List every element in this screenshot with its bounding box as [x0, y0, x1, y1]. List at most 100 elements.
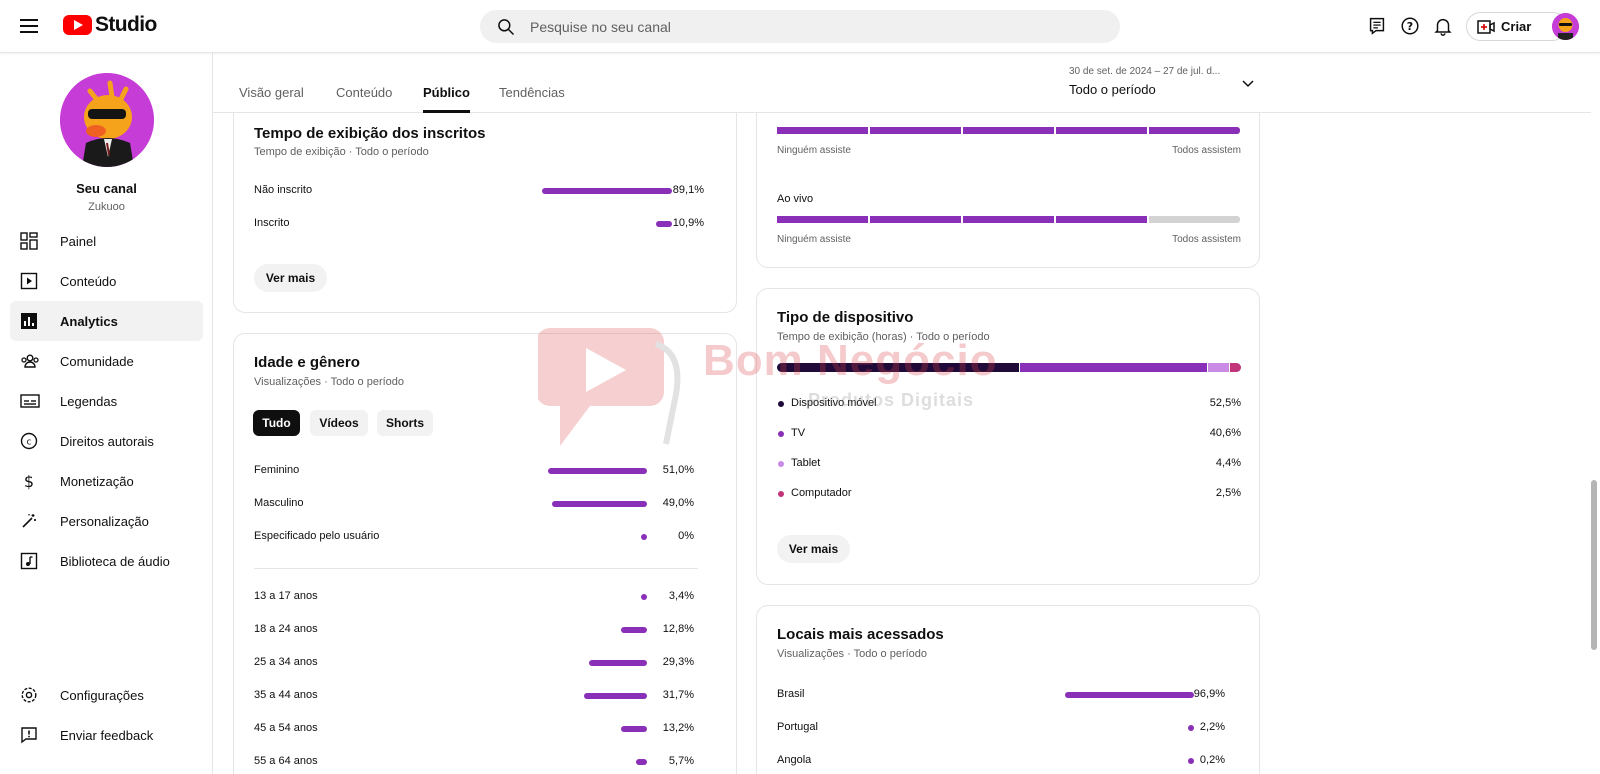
channel-avatar[interactable]	[60, 73, 154, 167]
notifications-bell-icon[interactable]	[1432, 15, 1454, 37]
tab-publico[interactable]: Público	[423, 85, 470, 113]
tab-tendencias[interactable]: Tendências	[499, 85, 565, 100]
sidebar-item-biblioteca-de-audio[interactable]: Biblioteca de áudio	[10, 541, 203, 581]
chip-tudo[interactable]: Tudo	[253, 410, 300, 436]
live-segment	[777, 216, 868, 223]
sidebar-item-label: Configurações	[60, 687, 144, 703]
help-icon[interactable]: ?	[1399, 15, 1421, 37]
row-value: 13,2%	[662, 722, 694, 734]
row-value: 3,4%	[668, 590, 694, 602]
chip-videos[interactable]: Vídeos	[310, 410, 368, 436]
row-label: Computador	[791, 487, 852, 499]
studio-logo[interactable]: Studio	[63, 13, 157, 37]
device-type-card: Tipo de dispositivo Tempo de exibição (h…	[756, 288, 1260, 585]
watch-segment	[1056, 127, 1147, 134]
row-value: 96,9%	[1193, 688, 1225, 700]
card-title: Idade e gênero	[254, 354, 360, 371]
audio-library-icon	[20, 552, 38, 570]
sidebar-item-label: Monetização	[60, 473, 134, 489]
sidebar-item-conteudo[interactable]: Conteúdo	[10, 261, 203, 301]
sidebar-item-personalizacao[interactable]: Personalização	[10, 501, 203, 541]
account-avatar[interactable]	[1552, 13, 1579, 40]
scale-max-label: Todos assistem	[1172, 234, 1241, 245]
feedback-icon	[21, 727, 37, 744]
watch-segment-bar	[777, 127, 1242, 134]
row-label: Feminino	[254, 464, 300, 476]
channel-name: Seu canal	[76, 181, 137, 196]
legend-dot-tv	[778, 431, 784, 437]
sidebar-item-label: Biblioteca de áudio	[60, 553, 170, 569]
sidebar-item-enviar-feedback[interactable]: Enviar feedback	[10, 715, 203, 755]
row-label: 18 a 24 anos	[254, 623, 318, 635]
menu-icon[interactable]	[20, 16, 44, 36]
sidebar-item-monetizacao[interactable]: $ Monetização	[10, 461, 203, 501]
dashboard-icon	[20, 232, 38, 250]
ver-mais-button[interactable]: Ver mais	[777, 535, 850, 563]
row-value: 4,4%	[1215, 457, 1241, 469]
sidebar-item-label: Analytics	[60, 313, 118, 329]
card-subtitle: Tempo de exibição (horas) · Todo o perío…	[777, 331, 990, 343]
messages-icon[interactable]	[1366, 15, 1388, 37]
legend-dot-mobile	[778, 401, 784, 407]
female-bar	[548, 468, 647, 474]
row-value: 12,8%	[662, 623, 694, 635]
youtube-logo-icon	[63, 15, 92, 35]
page-scrollbar[interactable]	[1591, 480, 1597, 650]
subtitles-icon	[20, 394, 40, 408]
ver-mais-button[interactable]: Ver mais	[254, 264, 327, 292]
sidebar-item-label: Enviar feedback	[60, 727, 154, 743]
date-range-dates: 30 de set. de 2024 – 27 de jul. d...	[1069, 66, 1221, 77]
live-label: Ao vivo	[777, 193, 814, 205]
watch-segment	[777, 127, 868, 134]
row-label: 13 a 17 anos	[254, 590, 318, 602]
legend-dot-computer	[778, 491, 784, 497]
not-subscribed-bar	[542, 188, 672, 194]
row-value: 51,0%	[662, 464, 694, 476]
sidebar-item-analytics[interactable]: Analytics	[10, 301, 203, 341]
row-label: Inscrito	[254, 217, 290, 229]
sidebar-item-configuracoes[interactable]: Configurações	[10, 675, 203, 715]
sidebar-item-painel[interactable]: Painel	[10, 221, 203, 261]
date-range-picker[interactable]: 30 de set. de 2024 – 27 de jul. d... Tod…	[1069, 66, 1229, 97]
create-video-icon	[1477, 19, 1495, 34]
live-segment	[1056, 216, 1147, 223]
divider	[254, 568, 698, 569]
device-mobile-segment	[777, 363, 1020, 372]
sidebar-item-comunidade[interactable]: Comunidade	[10, 341, 203, 381]
sidebar-item-label: Comunidade	[60, 353, 134, 369]
customization-icon	[22, 514, 36, 528]
watch-segment	[1149, 127, 1240, 134]
row-label: Brasil	[777, 688, 805, 700]
device-tv-segment	[1020, 363, 1208, 372]
sidebar: Seu canal Zukuoo Painel Conteúdo Analyti…	[0, 53, 213, 774]
sidebar-item-label: Direitos autorais	[60, 433, 154, 449]
male-bar	[552, 501, 647, 507]
row-label: Portugal	[777, 721, 818, 733]
row-label: 35 a 44 anos	[254, 689, 318, 701]
row-value: 49,0%	[662, 497, 694, 509]
chip-shorts[interactable]: Shorts	[377, 410, 433, 436]
search-bar[interactable]: Pesquise no seu canal	[480, 10, 1120, 43]
row-label: Especificado pelo usuário	[254, 530, 380, 542]
row-label: 45 a 54 anos	[254, 722, 318, 734]
age-25-34-bar	[589, 660, 647, 666]
sidebar-item-direitos-autorais[interactable]: c Direitos autorais	[10, 421, 203, 461]
card-subtitle: Visualizações · Todo o período	[254, 376, 405, 388]
tab-conteudo[interactable]: Conteúdo	[336, 85, 392, 100]
chevron-down-icon[interactable]	[1241, 79, 1255, 89]
device-computer-segment	[1229, 363, 1241, 372]
row-value: 29,3%	[662, 656, 694, 668]
date-range-label: Todo o período	[1069, 82, 1156, 97]
device-tablet-segment	[1208, 363, 1229, 372]
search-input[interactable]: Pesquise no seu canal	[530, 19, 671, 35]
sidebar-item-label: Legendas	[60, 393, 118, 409]
row-value: 31,7%	[662, 689, 694, 701]
sidebar-item-legendas[interactable]: Legendas	[10, 381, 203, 421]
monetization-icon: $	[24, 472, 34, 490]
community-icon	[21, 354, 39, 368]
tab-visao-geral[interactable]: Visão geral	[239, 85, 304, 100]
row-value: 89,1%	[672, 184, 704, 196]
analytics-tabs-bar: Visão geral Conteúdo Público Tendências …	[213, 53, 1591, 113]
row-label: 55 a 64 anos	[254, 755, 318, 767]
scale-max-label: Todos assistem	[1172, 145, 1241, 156]
